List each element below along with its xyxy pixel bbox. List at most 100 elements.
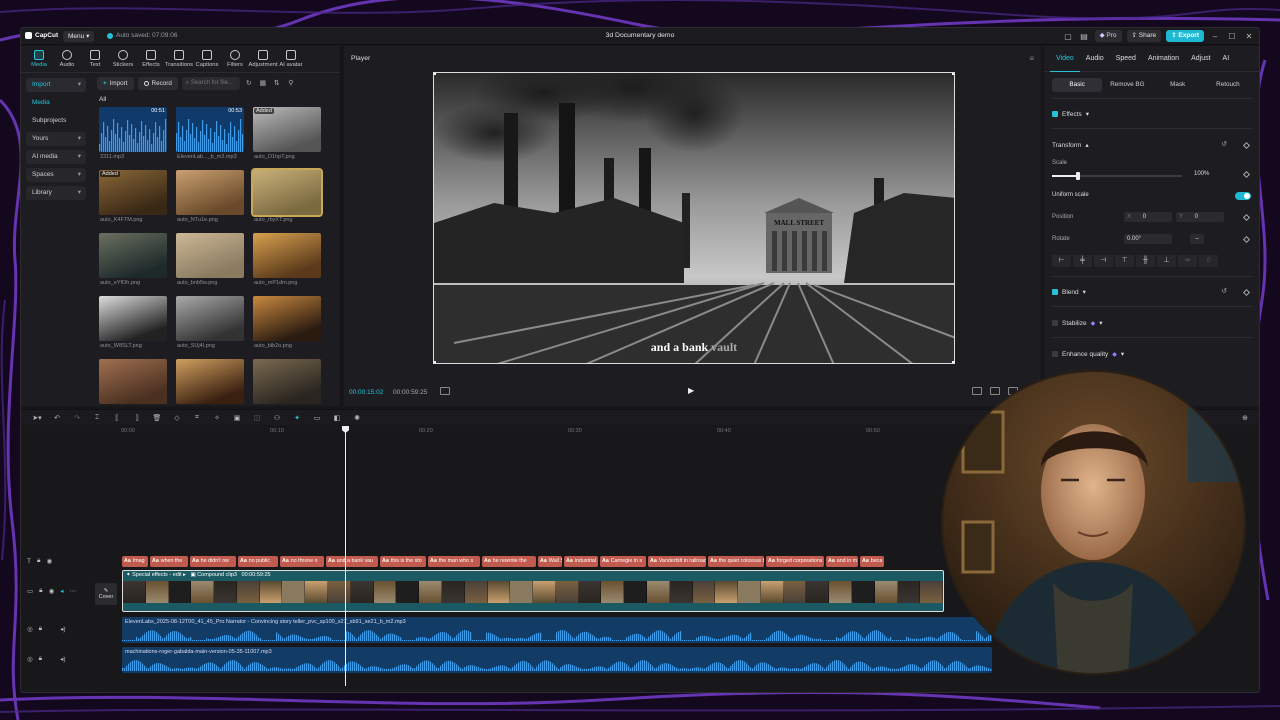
enhance-section[interactable]: Enhance quality ◆ ▾ (1052, 350, 1253, 358)
split-right-icon[interactable]: ⟧ (127, 414, 147, 422)
fullscreen-icon[interactable] (990, 387, 1000, 395)
captions-icon[interactable]: ▭ (307, 414, 327, 422)
rotate-stepper[interactable]: – (1190, 234, 1204, 244)
minimize-icon[interactable]: – (1209, 32, 1221, 41)
sidebar-item-ai-media[interactable]: AI media ▾ (26, 150, 86, 164)
text-clip[interactable]: Aa the man who s (428, 556, 480, 567)
checkbox-checked[interactable] (1052, 111, 1058, 117)
reset-icon[interactable]: ↺ (1221, 140, 1227, 148)
volume-icon[interactable]: ◂) (60, 625, 65, 633)
split-left-icon[interactable]: ⟦ (107, 414, 127, 422)
eye-icon[interactable]: ◉ (49, 587, 55, 595)
stabilize-section[interactable]: Stabilize ◆ ▾ (1052, 319, 1253, 327)
text-clip[interactable]: Aa industrial (564, 556, 598, 567)
media-item[interactable] (253, 359, 321, 404)
record-button[interactable]: Record (137, 76, 178, 90)
audio-thumbnail[interactable]: 00:51 (99, 107, 167, 152)
search-input[interactable]: ⌕ Search for file... (181, 76, 240, 90)
text-clip[interactable]: Aa beca (860, 556, 884, 567)
image-thumbnail[interactable] (251, 168, 323, 217)
position-x-field[interactable]: X 0 (1124, 212, 1172, 222)
align-center-v-icon[interactable]: ╫ (1136, 255, 1155, 267)
image-thumbnail[interactable] (176, 170, 244, 215)
media-item[interactable]: Added auto_O1hpT.png (253, 107, 321, 160)
feedback-icon[interactable]: ▢ (1063, 31, 1074, 42)
resize-handle[interactable] (952, 73, 954, 75)
media-item[interactable]: auto_W8SLT.png (99, 296, 167, 349)
checkbox-unchecked[interactable] (1052, 351, 1058, 357)
tool-stickers[interactable]: Stickers (109, 46, 137, 72)
export-button[interactable]: ⇧ Export (1166, 30, 1204, 42)
undo-icon[interactable]: ↶ (47, 414, 67, 422)
text-clip[interactable]: Aa no public (238, 556, 278, 567)
eye-icon[interactable]: ◉ (46, 557, 52, 565)
magic-icon[interactable]: ✦ (287, 414, 307, 422)
tool-effects[interactable]: Effects (137, 46, 165, 72)
tab-animation[interactable]: Animation (1142, 46, 1185, 72)
marker-icon[interactable]: ◇ (167, 414, 187, 422)
lock-icon[interactable]: 🔒︎ (39, 655, 42, 663)
align-left-icon[interactable]: ⊢ (1052, 255, 1071, 267)
image-thumbnail[interactable] (176, 296, 244, 341)
cover-button[interactable]: ✎ Cover (95, 583, 117, 605)
image-thumbnail[interactable] (99, 233, 167, 278)
preview-canvas[interactable]: MALL STREET and a bank vault (433, 72, 955, 364)
text-clip[interactable]: Aa Carnegie in s (600, 556, 646, 567)
media-item[interactable]: 00:53 ElevenLab..._b_m2.mp3 (176, 107, 244, 160)
freeze-icon[interactable]: ▣ (227, 414, 247, 422)
scale-value[interactable]: 100% (1194, 171, 1209, 177)
text-clip[interactable]: Aa he didn't ow (190, 556, 236, 567)
grid-view-icon[interactable]: ▦ (258, 79, 268, 87)
more-icon[interactable]: ⋯ (70, 587, 77, 595)
subtab-remove-bg[interactable]: Remove BG (1102, 78, 1152, 92)
tab-video[interactable]: Video (1050, 46, 1080, 72)
resize-handle[interactable] (434, 73, 436, 75)
sidebar-item-library[interactable]: Library ▾ (26, 186, 86, 200)
text-clip[interactable]: Aa and a bank vau (326, 556, 378, 567)
subtab-basic[interactable]: Basic (1052, 78, 1103, 92)
timecode-toggle-icon[interactable] (440, 387, 450, 395)
media-item[interactable]: 00:51 2311.mp3 (99, 107, 167, 160)
text-clip[interactable]: Aa forged corporations (766, 556, 824, 567)
media-item[interactable]: auto_blb2o.png (253, 296, 321, 349)
audio-thumbnail[interactable]: 00:53 (176, 107, 244, 152)
position-y-field[interactable]: Y 0 (1176, 212, 1224, 222)
split-icon[interactable]: ⌶ (87, 414, 107, 422)
image-thumbnail[interactable] (99, 359, 167, 404)
delete-icon[interactable]: 🗑 (147, 414, 167, 422)
camera-icon[interactable]: ◧ (327, 414, 347, 422)
tool-text[interactable]: Text (81, 46, 109, 72)
keyframe-icon[interactable] (1242, 235, 1251, 244)
image-thumbnail[interactable]: Added (99, 170, 167, 215)
tab-speed[interactable]: Speed (1110, 46, 1142, 72)
rotate-field[interactable]: 0.00° (1124, 234, 1172, 244)
sort-icon[interactable]: ⇅ (272, 79, 282, 87)
text-clip[interactable]: Aa he rewrote the (482, 556, 536, 567)
align-top-icon[interactable]: ⊤ (1115, 255, 1134, 267)
refresh-icon[interactable]: ↻ (244, 79, 254, 87)
sidebar-item-media[interactable]: Media (26, 96, 86, 110)
distribute-h-icon[interactable]: ⇹ (1178, 255, 1197, 267)
lock-icon[interactable]: 🔒︎ (39, 625, 42, 633)
audio-clip-narration[interactable]: ElevenLabs_2025-08-12T00_41_45_Pro Narra… (122, 617, 992, 643)
playhead[interactable] (345, 426, 346, 686)
text-clip[interactable]: Aa when the (150, 556, 188, 567)
share-button[interactable]: ⇪ Share (1126, 30, 1162, 42)
lock-icon[interactable]: 🔒︎ (37, 557, 40, 565)
lock-icon[interactable]: 🔒︎ (39, 587, 42, 595)
safe-area-icon[interactable] (972, 387, 982, 395)
tool-ai-avatar[interactable]: AI avatar (277, 46, 305, 72)
image-thumbnail[interactable]: Added (253, 107, 321, 152)
subtab-mask[interactable]: Mask (1153, 78, 1203, 92)
keyframe-icon[interactable] (1242, 213, 1251, 222)
tab-ai[interactable]: AI (1217, 46, 1236, 72)
close-icon[interactable]: ✕ (1243, 32, 1255, 41)
text-clip[interactable]: Aa and in m (826, 556, 858, 567)
tool-filters[interactable]: Filters (221, 46, 249, 72)
image-thumbnail[interactable] (253, 359, 321, 404)
ai-tool-icon[interactable]: ✧ (207, 414, 227, 422)
media-item[interactable] (176, 359, 244, 404)
align-right-icon[interactable]: ⊣ (1094, 255, 1113, 267)
redo-icon[interactable]: ↷ (67, 414, 87, 422)
image-thumbnail[interactable] (253, 296, 321, 341)
